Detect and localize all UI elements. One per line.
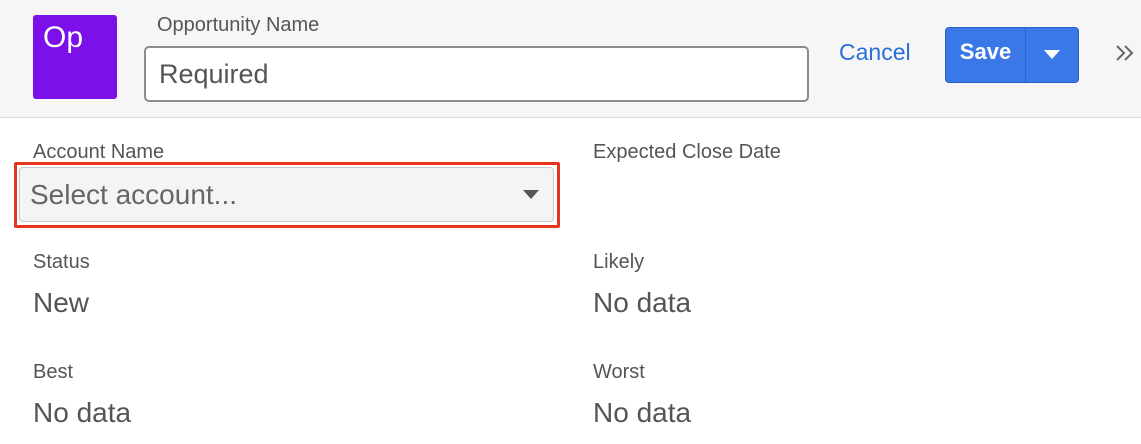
status-label: Status	[33, 251, 90, 273]
save-menu-toggle[interactable]	[1026, 28, 1078, 82]
save-button-label: Save	[959, 39, 1012, 64]
expected-close-date-label: Expected Close Date	[593, 141, 781, 163]
likely-value: No data	[593, 287, 692, 318]
module-badge-label: Op	[43, 21, 84, 54]
account-select[interactable]: Select account...	[19, 167, 554, 222]
save-button-group: Save	[945, 27, 1079, 83]
best-value: No data	[33, 397, 132, 428]
likely-label: Likely	[593, 251, 645, 273]
account-select-placeholder: Select account...	[30, 178, 238, 210]
status-value: New	[33, 287, 90, 318]
worst-value: No data	[593, 397, 692, 428]
save-button[interactable]: Save	[946, 28, 1025, 82]
caret-down-icon	[1044, 50, 1060, 59]
caret-down-icon	[523, 189, 539, 199]
opportunity-name-input[interactable]	[144, 46, 809, 102]
cancel-button[interactable]: Cancel	[839, 39, 911, 66]
worst-label: Worst	[593, 361, 645, 383]
double-chevron-right-icon[interactable]	[1114, 40, 1136, 66]
module-badge: Op	[33, 15, 117, 99]
opportunity-name-label: Opportunity Name	[157, 14, 320, 36]
record-header: Op Opportunity Name Cancel Save	[0, 0, 1141, 118]
account-name-label: Account Name	[33, 141, 165, 163]
best-label: Best	[33, 361, 74, 383]
